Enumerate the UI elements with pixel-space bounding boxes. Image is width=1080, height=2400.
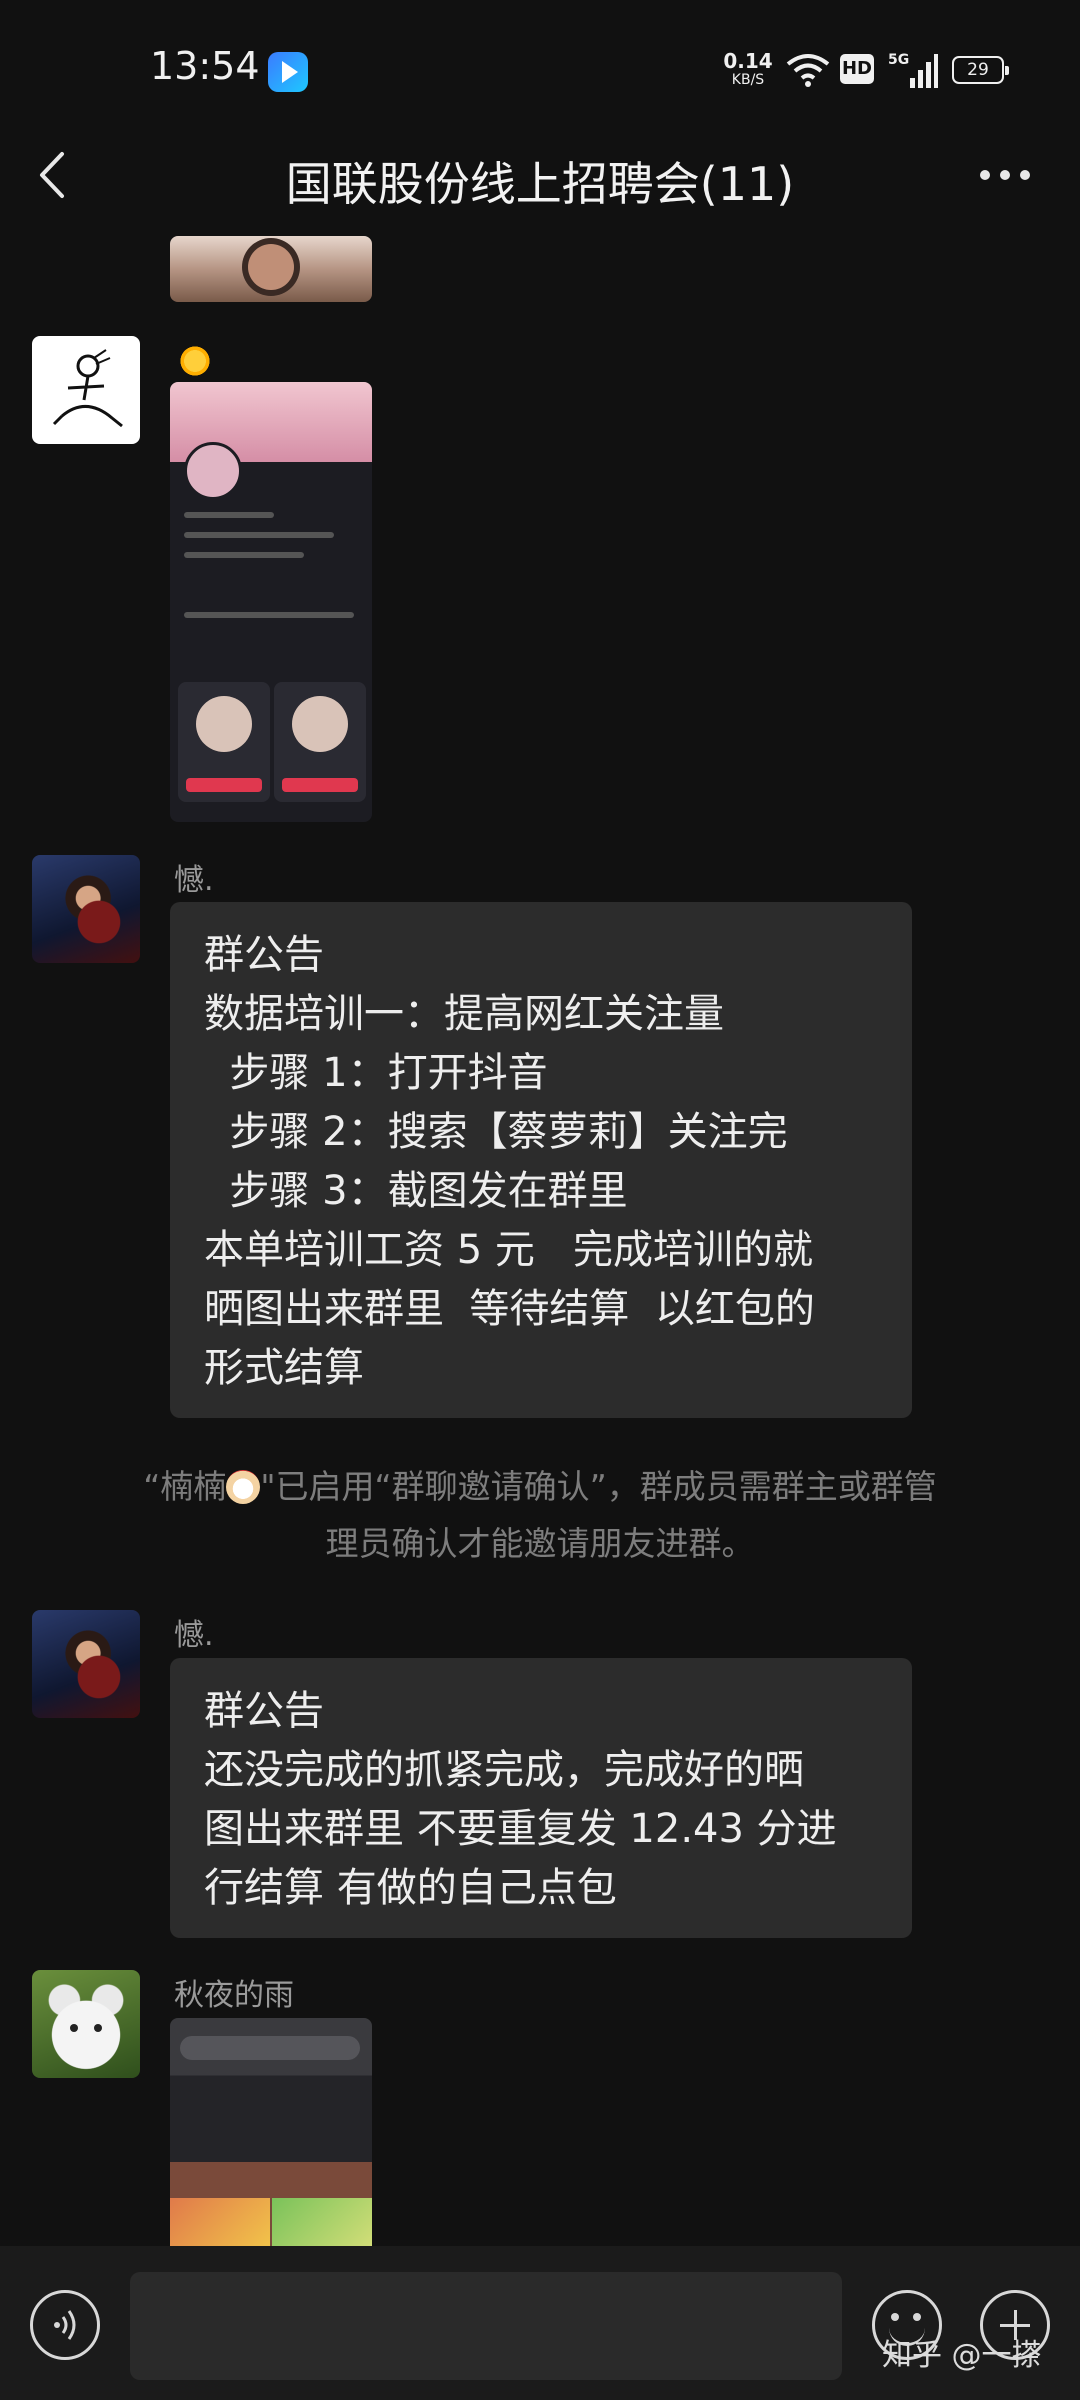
message-input[interactable] <box>130 2272 842 2380</box>
notice-line: 群公告 <box>204 1688 324 1734</box>
sender-name: 憾. <box>174 863 214 898</box>
chat-header: 国联股份线上招聘会(11) <box>0 120 1080 230</box>
video-app-icon <box>268 52 308 92</box>
avatar[interactable] <box>32 1970 140 2078</box>
system-message: “楠楠 "已启用“群聊邀请确认”，群成员需群主或群管 理员确认才能邀请朋友进群。 <box>143 1467 937 1563</box>
profile-avatar <box>184 442 242 500</box>
sender-name: 秋夜的雨 <box>174 1978 294 2013</box>
voice-icon <box>54 2310 76 2340</box>
notice-line: 步骤 1：打开抖音 <box>204 1050 548 1096</box>
chat-screen: 13:54 0.14 KB/S HD 5G 29 国联股份线上招聘会(11) 憾… <box>0 0 1080 2400</box>
system-member-name[interactable]: 楠楠 <box>160 1467 226 1506</box>
message-list[interactable]: 憾. 群公告 数据培训一：提高网红关注量 步骤 1：打开抖音 步骤 2：搜索【蔡… <box>0 230 1080 2246</box>
notice-line: 行结算 有做的自己点包 <box>204 1865 617 1911</box>
notice-line: 步骤 2：搜索【蔡萝莉】关注完 <box>204 1109 788 1155</box>
chat-title: 国联股份线上招聘会(11) <box>285 157 795 211</box>
profile-text-line <box>184 512 274 518</box>
thumbnail-picture <box>272 2198 372 2246</box>
more-icon[interactable] <box>978 168 1032 182</box>
input-bar <box>0 2246 1080 2400</box>
avatar[interactable] <box>32 1610 140 1718</box>
net-speed-unit: KB/S <box>731 72 765 88</box>
wifi-icon <box>786 54 830 87</box>
avatar[interactable] <box>32 336 140 444</box>
notice-line: 还没完成的抓紧完成，完成好的晒 <box>204 1747 804 1793</box>
notice-line: 数据培训一：提高网红关注量 <box>204 991 724 1037</box>
thumbnail-picture <box>170 2198 270 2246</box>
profile-text-line <box>184 552 304 558</box>
notice-bubble[interactable]: 群公告 数据培训一：提高网红关注量 步骤 1：打开抖音 步骤 2：搜索【蔡萝莉】… <box>170 902 912 1418</box>
net-speed: 0.14 KB/S <box>720 50 776 88</box>
svg-text:5G: 5G <box>888 52 909 68</box>
profile-text-line <box>184 612 354 618</box>
profile-text-line <box>184 532 334 538</box>
search-bar-thumbnail <box>180 2036 360 2060</box>
sketch-figure-icon <box>52 349 123 428</box>
avatar[interactable] <box>32 855 140 963</box>
notice-line: 形式结算 <box>204 1345 364 1391</box>
image-message[interactable] <box>170 2018 372 2246</box>
notice-bubble[interactable]: 群公告 还没完成的抓紧完成，完成好的晒 图出来群里 不要重复发 12.43 分进… <box>170 1658 912 1938</box>
notice-line: 本单培训工资 5 元 完成培训的就 <box>204 1227 814 1273</box>
image-message[interactable] <box>170 236 372 302</box>
status-time: 13:54 <box>150 44 260 88</box>
image-message[interactable] <box>170 382 372 822</box>
signal-5g-icon: 5G <box>888 52 938 88</box>
net-speed-value: 0.14 <box>723 49 773 73</box>
notice-line: 群公告 <box>204 932 324 978</box>
battery-indicator: 29 <box>952 56 1009 84</box>
watermark: 知乎 @一搽 <box>882 2338 1042 2373</box>
status-bar: 13:54 0.14 KB/S HD 5G 29 <box>0 0 1080 140</box>
voice-button[interactable] <box>30 2290 100 2360</box>
notice-line: 晒图出来群里 等待结算 以红包的 <box>204 1286 815 1332</box>
notice-line: 图出来群里 不要重复发 12.43 分进 <box>204 1806 837 1852</box>
sender-name: 憾. <box>174 1618 214 1653</box>
notice-line: 步骤 3：截图发在群里 <box>204 1168 628 1214</box>
hd-icon: HD <box>840 54 874 84</box>
profile-card <box>178 682 270 802</box>
profile-card <box>274 682 366 802</box>
clown-emoji-icon <box>226 1470 261 1504</box>
sun-emoji-icon <box>178 344 212 378</box>
